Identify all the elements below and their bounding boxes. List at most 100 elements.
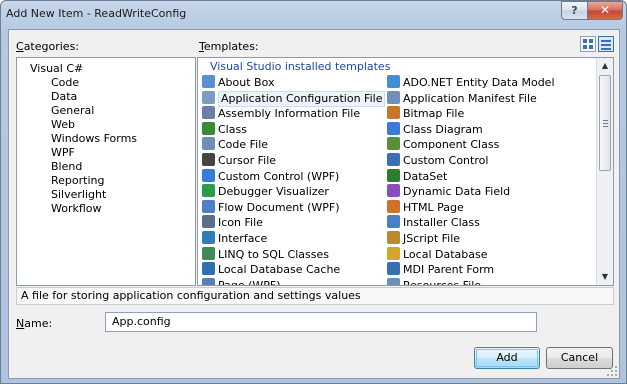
template-item-label: JScript File: [403, 232, 461, 245]
template-item[interactable]: Local Database: [387, 246, 488, 263]
template-item[interactable]: Installer Class: [387, 215, 480, 231]
template-item[interactable]: Code File: [202, 137, 268, 153]
template-item-label: DataSet: [403, 169, 448, 183]
cancel-button[interactable]: Cancel: [546, 347, 613, 369]
template-item[interactable]: HTML Page: [387, 199, 464, 216]
template-item[interactable]: ADO.NET Entity Data Model: [387, 75, 555, 91]
component-class-icon: [387, 137, 400, 151]
icon-file-icon: [202, 215, 215, 229]
template-item[interactable]: Application Configuration File: [202, 90, 386, 107]
mdi-parent-form-icon: [387, 262, 400, 276]
template-item-label: Cursor File: [218, 154, 277, 167]
category-wpf[interactable]: WPF: [51, 146, 75, 160]
template-item[interactable]: Local Database Cache: [202, 262, 340, 278]
template-item[interactable]: Assembly Information File: [202, 106, 360, 122]
template-item[interactable]: Interface: [202, 231, 267, 247]
dialog-window: Add New Item - ReadWriteConfig ? ✕ Categ…: [0, 0, 627, 384]
category-web[interactable]: Web: [51, 118, 75, 132]
template-item[interactable]: Page (WPF): [202, 277, 281, 285]
template-item-label: ADO.NET Entity Data Model: [403, 76, 555, 89]
template-item-label: Application Configuration File: [218, 90, 386, 107]
category-windows-forms[interactable]: Windows Forms: [51, 132, 137, 146]
local-database-icon: [387, 246, 400, 260]
template-item[interactable]: Icon File: [202, 215, 263, 231]
template-item[interactable]: Class Diagram: [387, 121, 483, 138]
category-code[interactable]: Code: [51, 76, 79, 90]
template-description: A file for storing application configura…: [16, 287, 614, 305]
category-blend[interactable]: Blend: [51, 160, 82, 174]
resources-file-icon: [387, 277, 400, 285]
debugger-visualizer-icon: [202, 184, 215, 198]
resize-grip-icon[interactable]: [607, 366, 617, 376]
installer-class-icon: [387, 215, 400, 229]
template-item-label: Component Class: [403, 138, 500, 152]
large-icons-view-button[interactable]: [580, 36, 596, 52]
template-item[interactable]: LINQ to SQL Classes: [202, 246, 329, 263]
template-item[interactable]: Class: [202, 121, 247, 138]
template-item-label: About Box: [218, 76, 275, 89]
category-general[interactable]: General: [51, 104, 94, 118]
category-silverlight[interactable]: Silverlight: [51, 188, 106, 202]
template-item[interactable]: About Box: [202, 75, 274, 91]
template-item-label: Installer Class: [403, 216, 480, 230]
template-item-label: Local Database: [403, 247, 488, 261]
template-item[interactable]: MDI Parent Form: [387, 262, 494, 278]
template-item-label: Custom Control: [403, 154, 489, 167]
template-item[interactable]: Application Manifest File: [387, 90, 537, 107]
template-item-label: Custom Control (WPF): [218, 169, 340, 183]
add-button-label: Add: [496, 351, 518, 364]
name-input[interactable]: App.config: [105, 312, 537, 332]
html-page-icon: [387, 199, 400, 213]
manifest-file-icon: [387, 90, 400, 104]
scroll-down-arrow-icon[interactable]: ▼: [597, 269, 613, 285]
template-item[interactable]: Debugger Visualizer: [202, 184, 329, 200]
template-item-label: Assembly Information File: [218, 107, 361, 121]
templates-label: Templates:: [199, 40, 259, 53]
template-item[interactable]: Cursor File: [202, 153, 276, 169]
add-button[interactable]: Add: [474, 347, 540, 369]
entity-data-model-icon: [387, 75, 400, 88]
bitmap-file-icon: [387, 106, 400, 120]
template-item[interactable]: Dynamic Data Field: [387, 184, 510, 200]
template-item-label: Flow Document (WPF): [218, 200, 340, 214]
code-file-icon: [202, 137, 215, 151]
template-item[interactable]: Flow Document (WPF): [202, 199, 340, 216]
scroll-up-arrow-icon[interactable]: ▲: [597, 58, 613, 74]
template-item-label: Icon File: [218, 216, 263, 230]
class-diagram-icon: [387, 121, 400, 135]
template-item-label: Class Diagram: [403, 122, 483, 136]
template-item[interactable]: Bitmap File: [387, 106, 464, 122]
template-item-label: LINQ to SQL Classes: [218, 247, 329, 261]
template-item-label: Bitmap File: [403, 107, 465, 121]
template-item[interactable]: Custom Control (WPF): [202, 168, 340, 185]
template-item[interactable]: Custom Control: [387, 153, 488, 169]
template-item-label: Local Database Cache: [218, 263, 341, 277]
jscript-file-icon: [387, 231, 400, 244]
template-item[interactable]: JScript File: [387, 231, 460, 247]
template-item[interactable]: Component Class: [387, 137, 499, 153]
templates-scrollbar[interactable]: ▲ ▼: [596, 58, 613, 285]
scrollbar-thumb[interactable]: [599, 75, 611, 171]
custom-control-icon: [387, 153, 400, 166]
category-data[interactable]: Data: [51, 90, 77, 104]
category-visual-csharp[interactable]: Visual C#: [28, 62, 86, 76]
template-item-label: HTML Page: [403, 200, 464, 214]
categories-label: Categories:: [16, 40, 80, 53]
templates-list[interactable]: Visual Studio installed templates About …: [197, 57, 614, 286]
template-item-label: Resources File: [403, 278, 482, 286]
title-bar[interactable]: Add New Item - ReadWriteConfig ? ✕: [1, 1, 626, 29]
category-reporting[interactable]: Reporting: [51, 174, 104, 188]
small-icons-view-button[interactable]: [598, 36, 614, 52]
help-button[interactable]: ?: [561, 1, 588, 20]
template-item[interactable]: Resources File: [387, 277, 482, 286]
close-button[interactable]: ✕: [587, 1, 623, 20]
about-box-icon: [202, 75, 215, 88]
template-item-label: Application Manifest File: [403, 91, 537, 105]
linq-to-sql-icon: [202, 246, 215, 260]
config-file-icon: [202, 90, 215, 104]
custom-control-wpf-icon: [202, 168, 215, 182]
categories-tree[interactable]: Visual C# Code Data General Web Windows Form…: [16, 57, 196, 286]
templates-group-header: Visual Studio installed templates: [210, 60, 391, 73]
template-item[interactable]: DataSet: [387, 168, 448, 185]
category-workflow[interactable]: Workflow: [51, 202, 102, 216]
